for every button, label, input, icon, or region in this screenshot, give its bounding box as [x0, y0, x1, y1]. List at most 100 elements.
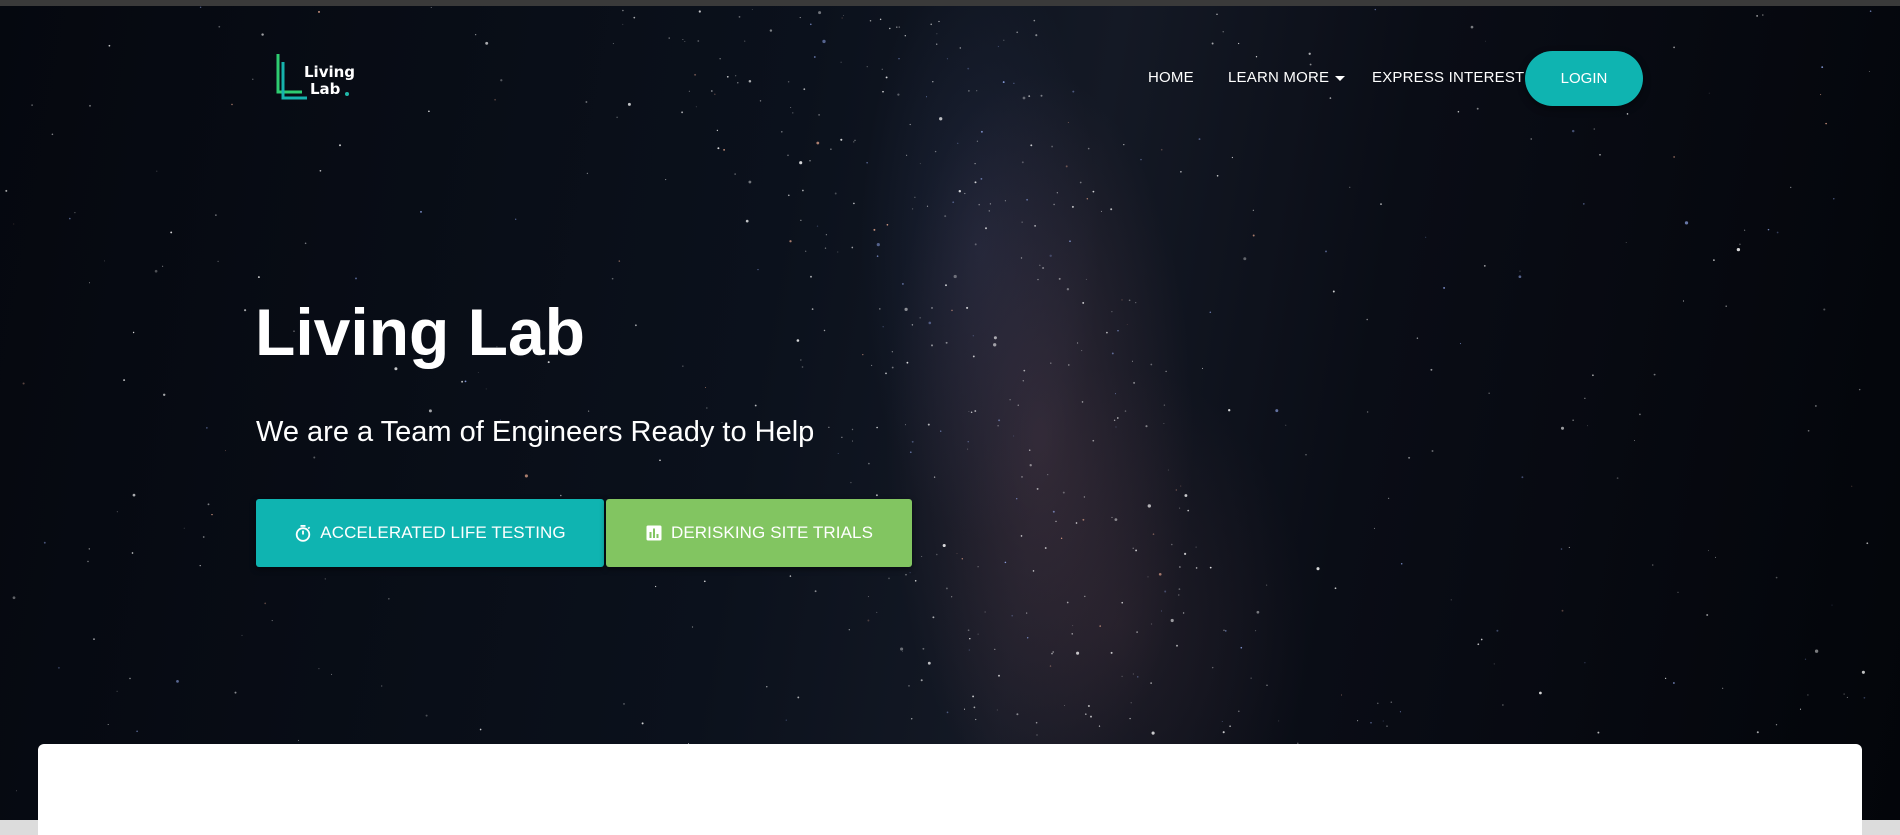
star [616, 116, 618, 119]
star [1187, 509, 1190, 512]
nav-item-home[interactable]: HOME [1148, 69, 1194, 86]
star [1231, 156, 1233, 159]
nav-item-learn-more[interactable]: LEARN MORE [1228, 69, 1346, 86]
main-nav: HOME LEARN MORE EXPRESS INTEREST LOGIN [0, 50, 1900, 106]
star [939, 117, 943, 121]
star [789, 240, 792, 243]
star [691, 626, 694, 628]
star [1062, 491, 1065, 494]
star [974, 162, 976, 165]
star [946, 711, 949, 714]
star [1147, 576, 1149, 578]
star [998, 419, 1001, 422]
star [1178, 594, 1180, 596]
star [898, 26, 901, 28]
star [969, 637, 971, 640]
star [1135, 302, 1137, 304]
star [1071, 633, 1073, 635]
star [1051, 145, 1054, 148]
star [1114, 518, 1118, 521]
star [1132, 547, 1134, 549]
star [560, 494, 562, 497]
star [1255, 630, 1257, 632]
star [823, 329, 826, 332]
star [1195, 567, 1198, 569]
star [1026, 198, 1029, 201]
star [241, 634, 243, 636]
star [891, 351, 893, 353]
accelerated-life-testing-button[interactable]: ACCELERATED LIFE TESTING [256, 499, 604, 567]
star [967, 629, 970, 632]
star [1380, 203, 1382, 205]
star [1539, 691, 1542, 695]
star [1152, 533, 1155, 535]
star [1250, 677, 1252, 679]
star [1673, 156, 1675, 158]
star [1229, 725, 1231, 728]
star [1064, 705, 1066, 706]
star [851, 428, 854, 431]
star [1016, 713, 1019, 716]
bar-chart-icon [645, 524, 663, 542]
star [659, 459, 661, 462]
star [162, 265, 164, 267]
star [298, 739, 299, 741]
star [206, 427, 208, 429]
star [1082, 518, 1085, 521]
star [318, 10, 320, 13]
star [264, 602, 267, 605]
star [822, 39, 826, 44]
star [902, 650, 903, 652]
star [1029, 464, 1032, 467]
star [1664, 677, 1667, 680]
star [1592, 374, 1594, 377]
star [318, 667, 320, 670]
star [1184, 494, 1188, 497]
star [1056, 192, 1058, 194]
star [1863, 696, 1866, 699]
star [911, 324, 914, 326]
nav-item-express-interest[interactable]: EXPRESS INTEREST [1372, 69, 1524, 86]
star [1201, 367, 1204, 369]
star [1050, 362, 1052, 364]
star [1480, 638, 1483, 641]
derisking-site-trials-button[interactable]: DERISKING SITE TRIALS [606, 499, 912, 567]
star [1518, 275, 1522, 279]
star [1117, 329, 1119, 332]
star [985, 227, 987, 230]
star [1060, 537, 1063, 539]
star [974, 410, 977, 412]
star [1163, 404, 1166, 406]
star [1825, 122, 1827, 125]
star [654, 585, 657, 588]
star [461, 380, 464, 383]
star [851, 440, 853, 442]
star [867, 596, 869, 598]
star [5, 189, 8, 192]
star [136, 730, 138, 733]
star [668, 37, 670, 39]
star [1027, 637, 1029, 639]
star [1086, 198, 1088, 200]
star [1116, 417, 1119, 419]
star [1114, 393, 1116, 395]
star [834, 192, 837, 195]
star [790, 107, 792, 108]
star [1150, 623, 1153, 625]
star [716, 129, 719, 132]
star [1846, 696, 1848, 698]
star [851, 246, 854, 249]
star [1634, 440, 1635, 441]
star [1131, 360, 1133, 362]
star [428, 409, 432, 413]
star [932, 616, 935, 619]
star [1332, 290, 1335, 293]
star [738, 16, 741, 18]
star [612, 43, 614, 45]
star [889, 27, 891, 30]
star [997, 45, 1000, 48]
login-button[interactable]: LOGIN [1525, 51, 1643, 106]
star [1744, 229, 1746, 231]
star [1058, 277, 1061, 280]
star [156, 170, 158, 172]
